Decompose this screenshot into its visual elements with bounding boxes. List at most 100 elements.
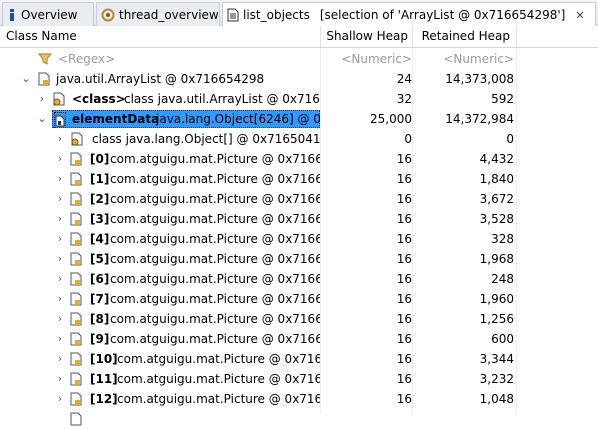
column-header-shallow-heap[interactable]: Shallow Heap <box>322 26 408 47</box>
close-icon[interactable]: ✕ <box>575 9 584 22</box>
info-icon <box>7 8 17 22</box>
retained-heap-value: 1,968 <box>479 252 514 266</box>
row-prefix: [12] <box>90 392 118 406</box>
row-label: class java.util.ArrayList @ 0x71650 <box>124 92 320 106</box>
row-prefix: <class> <box>72 92 126 106</box>
row-prefix: [8] <box>90 312 110 326</box>
tree-row-element-5[interactable]: › [5] com.atguigu.mat.Picture @ 0x71665c… <box>0 249 598 269</box>
retained-heap-value: 0 <box>506 132 514 146</box>
expand-chevron-icon[interactable]: › <box>54 169 66 189</box>
shallow-heap-value: 16 <box>396 292 412 306</box>
class-icon <box>52 92 66 109</box>
object-icon <box>70 352 82 369</box>
row-label: com.atguigu.mat.Picture @ 0x71665c <box>110 332 320 346</box>
retained-heap-value: 14,373,008 <box>445 72 514 86</box>
row-prefix: [6] <box>90 272 110 286</box>
expand-chevron-icon[interactable]: › <box>54 229 66 249</box>
expand-chevron-icon[interactable]: › <box>54 189 66 209</box>
tree-row-class[interactable]: › <class> class java.util.ArrayList @ 0x… <box>0 89 598 109</box>
object-icon <box>70 372 82 389</box>
tree-row-element-12[interactable]: › [12] com.atguigu.mat.Picture @ 0x71665… <box>0 389 598 409</box>
row-label: class java.lang.Object[] @ 0x71650411C <box>92 132 320 146</box>
retained-heap-value: 3,528 <box>479 212 514 226</box>
tree-row-element-4[interactable]: › [4] com.atguigu.mat.Picture @ 0x71665c… <box>0 229 598 249</box>
tree-row-element-8[interactable]: › [8] com.atguigu.mat.Picture @ 0x71665c… <box>0 309 598 329</box>
tab-overview[interactable]: Overview <box>2 2 94 26</box>
expand-chevron-icon[interactable]: › <box>36 89 48 109</box>
expand-chevron-icon[interactable]: › <box>54 389 66 409</box>
retained-heap-value: 3,232 <box>479 372 514 386</box>
tab-label: thread_overview <box>119 7 219 22</box>
column-divider[interactable] <box>320 26 321 47</box>
tree-row-element-9[interactable]: › [9] com.atguigu.mat.Picture @ 0x71665c… <box>0 329 598 349</box>
row-label: java.lang.Object[6246] @ 0x <box>156 112 320 126</box>
collapse-chevron-icon[interactable]: ⌄ <box>36 109 48 129</box>
row-label: com.atguigu.mat.Picture @ 0x71665a <box>110 172 320 186</box>
column-header-class-name[interactable]: Class Name <box>6 26 77 47</box>
list-objects-icon <box>227 8 239 22</box>
shallow-heap-value: 16 <box>396 192 412 206</box>
tree-row-element-1[interactable]: › [1] com.atguigu.mat.Picture @ 0x71665a… <box>0 169 598 189</box>
tree-row-arraylist[interactable]: ⌄ java.util.ArrayList @ 0x716654298 24 1… <box>0 69 598 89</box>
filter-row: <Regex> <Numeric> <Numeric> <box>0 49 598 69</box>
expand-chevron-icon[interactable]: › <box>54 309 66 329</box>
object-icon <box>70 312 82 329</box>
shallow-heap-value: 16 <box>396 152 412 166</box>
expand-chevron-icon[interactable]: › <box>54 249 66 269</box>
tree-row-elementdata[interactable]: ⌄ elementData java.lang.Object[6246] @ 0… <box>0 109 598 129</box>
collapse-chevron-icon[interactable]: ⌄ <box>20 69 32 89</box>
retained-heap-value: 3,344 <box>479 352 514 366</box>
row-prefix: [3] <box>90 212 110 226</box>
tree-row-element-2[interactable]: › [2] com.atguigu.mat.Picture @ 0x71665a… <box>0 189 598 209</box>
expand-chevron-icon[interactable]: › <box>54 209 66 229</box>
retained-filter-input[interactable]: <Numeric> <box>414 49 514 69</box>
filter-icon <box>37 52 53 69</box>
tree-row-element-7[interactable]: › [7] com.atguigu.mat.Picture @ 0x71665c… <box>0 289 598 309</box>
object-icon <box>70 392 82 409</box>
tab-list-objects[interactable]: list_objects [selection of 'ArrayList @ … <box>222 2 596 27</box>
column-header-retained-heap[interactable]: Retained Heap <box>414 26 510 47</box>
tree-row-element-11[interactable]: › [11] com.atguigu.mat.Picture @ 0x71665… <box>0 369 598 389</box>
expand-chevron-icon[interactable]: › <box>54 129 66 149</box>
tree-row-element-6[interactable]: › [6] com.atguigu.mat.Picture @ 0x71665c… <box>0 269 598 289</box>
row-label: com.atguigu.mat.Picture @ 0x71665 <box>117 392 320 406</box>
row-label: java.util.ArrayList @ 0x716654298 <box>56 72 265 86</box>
row-label: com.atguigu.mat.Picture @ 0x71665 <box>117 372 320 386</box>
expand-chevron-icon[interactable]: › <box>54 349 66 369</box>
row-prefix: elementData <box>72 112 160 126</box>
retained-heap-value: 328 <box>491 232 514 246</box>
regex-filter-input[interactable]: <Regex> <box>58 49 115 69</box>
array-icon <box>54 112 66 129</box>
object-icon <box>70 272 82 289</box>
tab-thread-overview[interactable]: thread_overview <box>96 2 220 26</box>
tree-row-object-array-class[interactable]: › class java.lang.Object[] @ 0x71650411C… <box>0 129 598 149</box>
tree-row-partial[interactable] <box>0 409 598 429</box>
expand-chevron-icon[interactable]: › <box>54 329 66 349</box>
row-prefix: [7] <box>90 292 110 306</box>
object-icon <box>70 212 82 229</box>
row-label: com.atguigu.mat.Picture @ 0x71665b <box>110 212 320 226</box>
tree-row-element-0[interactable]: › [0] com.atguigu.mat.Picture @ 0x716656… <box>0 149 598 169</box>
shallow-heap-value: 25,000 <box>370 112 412 126</box>
tree-row-element-3[interactable]: › [3] com.atguigu.mat.Picture @ 0x71665b… <box>0 209 598 229</box>
row-label: com.atguigu.mat.Picture @ 0x71665c <box>110 252 320 266</box>
row-prefix: [10] <box>90 352 118 366</box>
retained-heap-value: 4,432 <box>479 152 514 166</box>
object-icon <box>70 192 82 209</box>
shallow-heap-value: 0 <box>404 132 412 146</box>
expand-chevron-icon[interactable]: › <box>54 369 66 389</box>
row-label: com.atguigu.mat.Picture @ 0x71665c <box>110 232 320 246</box>
shallow-heap-value: 16 <box>396 252 412 266</box>
retained-heap-value: 1,256 <box>479 312 514 326</box>
expand-chevron-icon[interactable]: › <box>54 149 66 169</box>
column-divider[interactable] <box>412 26 413 47</box>
retained-heap-value: 592 <box>491 92 514 106</box>
expand-chevron-icon[interactable]: › <box>54 269 66 289</box>
class-icon <box>70 132 84 149</box>
expand-chevron-icon[interactable]: › <box>54 289 66 309</box>
column-divider[interactable] <box>516 26 517 47</box>
shallow-filter-input[interactable]: <Numeric> <box>322 49 412 69</box>
retained-heap-value: 248 <box>491 272 514 286</box>
tree-row-element-10[interactable]: › [10] com.atguigu.mat.Picture @ 0x71665… <box>0 349 598 369</box>
row-label: com.atguigu.mat.Picture @ 0x716656 <box>110 152 320 166</box>
